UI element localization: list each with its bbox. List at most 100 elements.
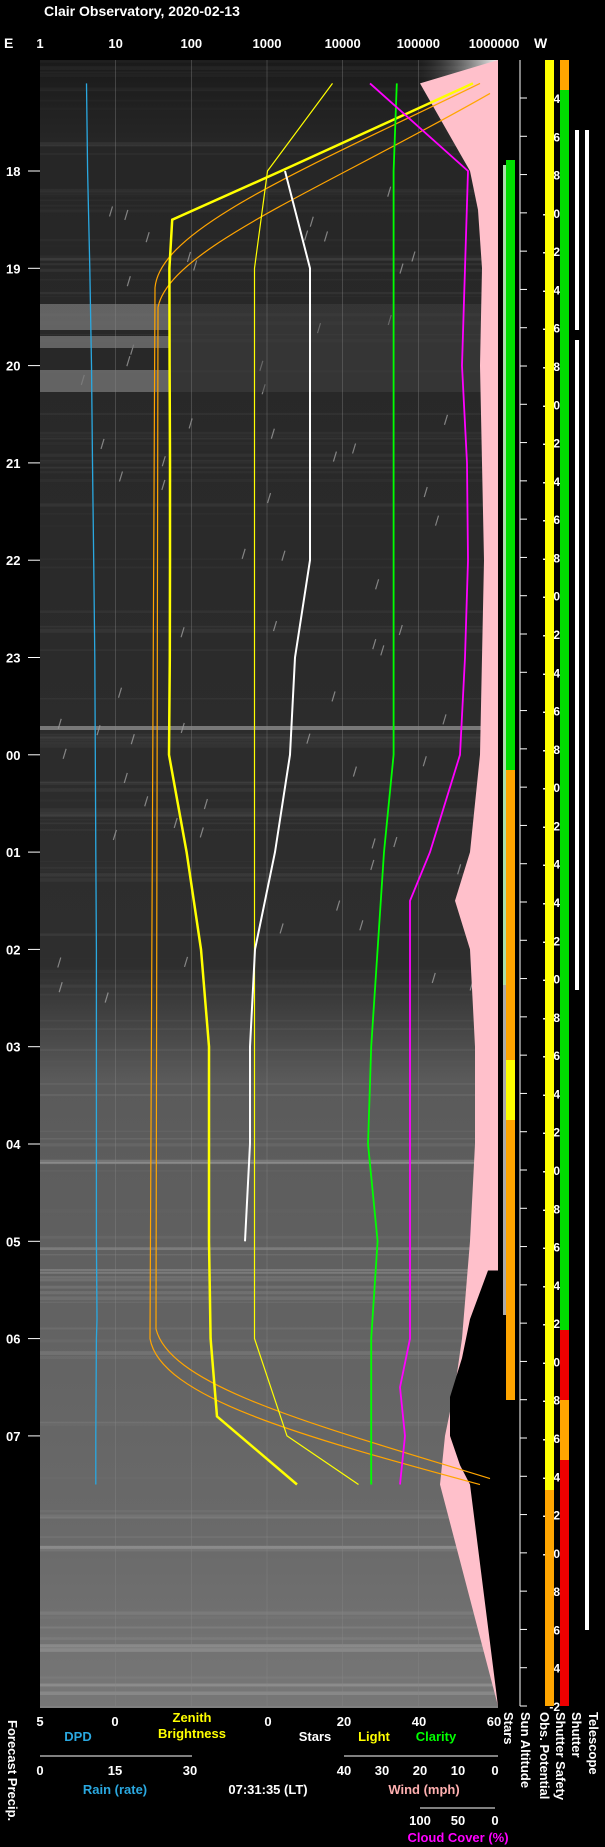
row1-tick: 40: [412, 1714, 426, 1729]
sun-altitude-ticks: -4-6-8-10-12-14-16-18-20-22-24-26-28-30-…: [520, 92, 560, 1714]
observatory-chart: Clair Observatory, 2020-02-13 E W 1 10 100…: [4, 3, 601, 1845]
shutter-block: [560, 60, 569, 90]
safety-block: [545, 60, 554, 1500]
sky-texture-streak: [40, 207, 498, 209]
obs-block: [506, 770, 515, 980]
shutter-safety-label: Shutter Safety: [553, 1712, 568, 1801]
top-tick-label: 1000000: [469, 36, 520, 51]
brightness-axis-label: Brightness: [158, 1726, 226, 1741]
time-tick-label: 04: [6, 1137, 21, 1152]
sky-texture-streak: [40, 1278, 498, 1282]
sky-texture-streak: [40, 739, 498, 742]
sky-texture-streak: [40, 513, 498, 515]
time-marker-line: [40, 726, 498, 730]
data-gap-band: [170, 304, 498, 392]
sky-texture-streak: [40, 100, 498, 102]
sky-texture-streak: [40, 744, 498, 748]
sky-texture-streak: [40, 1285, 498, 1289]
sky-texture-streak: [40, 1254, 498, 1256]
sky-texture-streak: [40, 1684, 498, 1687]
sky-texture-streak: [40, 1144, 498, 1146]
rain-axis-label: Rain (rate): [83, 1782, 147, 1797]
sky-texture-streak: [40, 1355, 498, 1360]
row2-tick: 0: [36, 1763, 43, 1778]
row2-tick: 10: [451, 1763, 465, 1778]
telescope-column: [575, 130, 589, 1630]
time-tick-label: 23: [6, 651, 20, 666]
sky-texture-streak: [40, 296, 498, 297]
stars-axis-label: Stars: [299, 1729, 332, 1744]
sky-texture-streak: [40, 263, 498, 266]
sky-texture-streak: [40, 1509, 498, 1513]
sky-texture-streak: [40, 698, 498, 700]
sky-texture-streak: [40, 741, 498, 745]
sky-texture-streak: [40, 925, 498, 927]
time-axis: 18 19 20 21 22 23 00 01 02 03 04 05 06 07: [6, 164, 40, 1444]
clarity-axis-label: Clarity: [416, 1729, 457, 1744]
sky-texture-streak: [40, 567, 498, 569]
top-tick-label: 100000: [397, 36, 440, 51]
sky-texture-streak: [40, 808, 498, 812]
row2-tick: 20: [413, 1763, 427, 1778]
shutter-column: [560, 60, 569, 1706]
row1-tick: 0: [264, 1714, 271, 1729]
sky-texture-streak: [40, 1209, 498, 1212]
sky-texture-streak: [40, 412, 498, 416]
time-tick-label: 19: [6, 261, 20, 276]
sky-texture-streak: [40, 432, 498, 435]
sky-texture-streak: [40, 815, 498, 819]
sky-texture-streak: [40, 970, 498, 973]
sky-texture-streak: [40, 870, 498, 871]
sky-texture-streak: [40, 1676, 498, 1679]
sky-texture-streak: [40, 625, 498, 628]
time-tick-label: 20: [6, 359, 20, 374]
sky-texture-streak: [40, 471, 498, 473]
sky-texture-streak: [40, 196, 498, 197]
sky-texture-streak: [40, 1485, 498, 1488]
sky-texture-streak: [40, 819, 498, 820]
row3-tick: 100: [409, 1813, 431, 1828]
sky-texture-streak: [40, 783, 498, 785]
sky-texture-streak: [40, 446, 498, 449]
sky-texture-streak: [40, 788, 498, 792]
sky-texture-streak: [40, 1351, 498, 1355]
sky-texture-streak: [40, 1691, 498, 1696]
top-tick-label: 1000: [253, 36, 282, 51]
shutter-block: [560, 1400, 569, 1460]
sky-texture-streak: [40, 736, 498, 739]
sky-texture-streak: [40, 829, 498, 831]
sky-texture-streak: [40, 437, 498, 440]
west-label: W: [534, 35, 548, 51]
sky-texture-streak: [40, 602, 498, 603]
sky-texture-streak: [40, 239, 498, 241]
sky-texture-streak: [40, 1296, 498, 1301]
obs-block: [506, 160, 515, 770]
sky-texture-streak: [40, 448, 498, 451]
row2-tick: 30: [183, 1763, 197, 1778]
time-tick-label: 18: [6, 164, 20, 179]
sun-altitude-label: Sun Altitude: [518, 1712, 533, 1788]
shutter-block: [560, 1330, 569, 1706]
time-tick-label: 00: [6, 748, 20, 763]
sky-texture-streak: [40, 257, 498, 261]
forecast-precip-label: Forecast Precip.: [5, 1720, 20, 1821]
sky-texture-streak: [40, 1644, 498, 1648]
sky-texture-streak: [40, 1327, 498, 1330]
sky-texture-streak: [40, 1637, 498, 1640]
sky-texture-streak: [40, 559, 498, 560]
shutter-label: Shutter: [569, 1712, 584, 1758]
sky-texture-streak: [40, 1020, 498, 1022]
obs-potential-label: Obs. Potential: [537, 1712, 552, 1799]
stars-column-label: Stars: [501, 1712, 516, 1745]
sky-texture-streak: [40, 66, 498, 70]
row2-tick: 15: [108, 1763, 122, 1778]
safety-block: [545, 1490, 554, 1706]
telescope-block: [575, 130, 579, 330]
sky-texture-streak: [40, 525, 498, 526]
sky-texture-streak: [40, 292, 498, 295]
top-axis-ticks: 1 10 100 1000 10000 100000 1000000: [36, 36, 519, 51]
sky-texture-streak: [40, 1634, 498, 1637]
top-tick-label: 10000: [325, 36, 361, 51]
telescope-block: [575, 340, 579, 990]
sky-texture-streak: [40, 1276, 498, 1279]
